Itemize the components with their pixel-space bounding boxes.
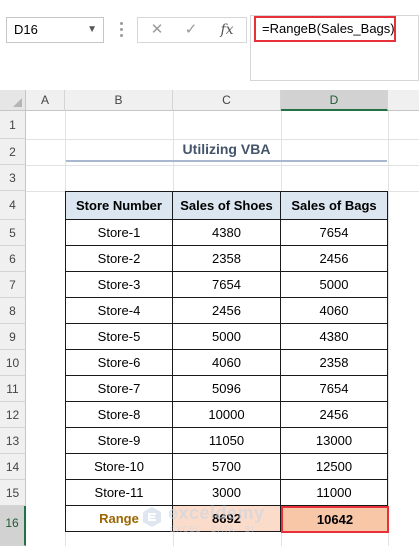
table-cell[interactable]: 4380 [281, 324, 388, 350]
table-cell[interactable]: 2358 [281, 350, 388, 376]
column-header-c[interactable]: C [173, 90, 281, 111]
table-cell[interactable]: 12500 [281, 454, 388, 480]
row-header-3[interactable]: 3 [0, 165, 26, 191]
formula-text[interactable]: =RangeB(Sales_Bags) [254, 16, 396, 42]
table-cell[interactable]: Store-9 [65, 428, 173, 454]
table-cell[interactable]: 4060 [173, 350, 281, 376]
table-cell[interactable]: 11000 [281, 480, 388, 506]
table-cell[interactable]: 7654 [281, 220, 388, 246]
row-header-5[interactable]: 5 [0, 220, 26, 246]
table-cell[interactable]: Store-3 [65, 272, 173, 298]
table-cell[interactable]: 2456 [281, 246, 388, 272]
range-shoes-value[interactable]: 8692 [173, 506, 281, 532]
table-cell[interactable]: Store-7 [65, 376, 173, 402]
table-cell[interactable]: 2358 [173, 246, 281, 272]
name-box-value: D16 [14, 22, 38, 37]
row-header-2[interactable]: 2 [0, 139, 26, 165]
table-cell[interactable]: 7654 [281, 376, 388, 402]
table-cell[interactable]: 4060 [281, 298, 388, 324]
table-cell[interactable]: 11050 [173, 428, 281, 454]
table-cell[interactable]: 2456 [173, 298, 281, 324]
table-cell[interactable]: 3000 [173, 480, 281, 506]
row-header-16[interactable]: 16 [0, 506, 26, 546]
formula-bar: D16 ▼ ✕ ✓ fx =RangeB(Sales_Bags) [0, 0, 419, 90]
row-header-1[interactable]: 1 [0, 111, 26, 139]
row-header-13[interactable]: 13 [0, 428, 26, 454]
table-cell[interactable]: Store-1 [65, 220, 173, 246]
header-store-number[interactable]: Store Number [65, 191, 173, 220]
table-cell[interactable]: Store-11 [65, 480, 173, 506]
table-cell[interactable]: 5000 [173, 324, 281, 350]
table-cell[interactable]: 4380 [173, 220, 281, 246]
row-header-15[interactable]: 15 [0, 480, 26, 506]
drag-handle-icon[interactable] [119, 19, 125, 41]
table-cell[interactable]: 7654 [173, 272, 281, 298]
cancel-icon[interactable]: ✕ [144, 18, 170, 42]
range-bags-value-active-cell[interactable]: 10642 [281, 506, 389, 533]
name-box[interactable]: D16 ▼ [6, 17, 104, 43]
table-cell[interactable]: 2456 [281, 402, 388, 428]
enter-icon[interactable]: ✓ [178, 18, 204, 42]
select-all-button[interactable] [0, 90, 26, 111]
column-header-d[interactable]: D [281, 90, 388, 111]
row-header-7[interactable]: 7 [0, 272, 26, 298]
row-header-12[interactable]: 12 [0, 402, 26, 428]
table-cell[interactable]: Store-10 [65, 454, 173, 480]
header-sales-shoes[interactable]: Sales of Shoes [173, 191, 281, 220]
column-header-a[interactable]: A [26, 90, 65, 111]
sheet-title: Utilizing VBA [66, 137, 387, 162]
table-cell[interactable]: Store-6 [65, 350, 173, 376]
column-header-b[interactable]: B [65, 90, 173, 111]
column-header-e[interactable] [388, 90, 419, 111]
table-cell[interactable]: 10000 [173, 402, 281, 428]
row-header-11[interactable]: 11 [0, 376, 26, 402]
row-header-10[interactable]: 10 [0, 350, 26, 376]
row-header-6[interactable]: 6 [0, 246, 26, 272]
insert-function-icon[interactable]: fx [214, 18, 240, 42]
table-cell[interactable]: 5700 [173, 454, 281, 480]
range-label[interactable]: Range [65, 506, 173, 532]
table-cell[interactable]: Store-4 [65, 298, 173, 324]
chevron-down-icon[interactable]: ▼ [87, 18, 97, 42]
table-cell[interactable]: 13000 [281, 428, 388, 454]
table-cell[interactable]: Store-5 [65, 324, 173, 350]
header-sales-bags[interactable]: Sales of Bags [281, 191, 388, 220]
row-header-8[interactable]: 8 [0, 298, 26, 324]
table-cell[interactable]: 5096 [173, 376, 281, 402]
row-header-4[interactable]: 4 [0, 191, 26, 220]
row-header-9[interactable]: 9 [0, 324, 26, 350]
row-header-14[interactable]: 14 [0, 454, 26, 480]
table-cell[interactable]: Store-8 [65, 402, 173, 428]
table-cell[interactable]: 5000 [281, 272, 388, 298]
formula-buttons: ✕ ✓ fx [137, 17, 247, 43]
table-cell[interactable]: Store-2 [65, 246, 173, 272]
